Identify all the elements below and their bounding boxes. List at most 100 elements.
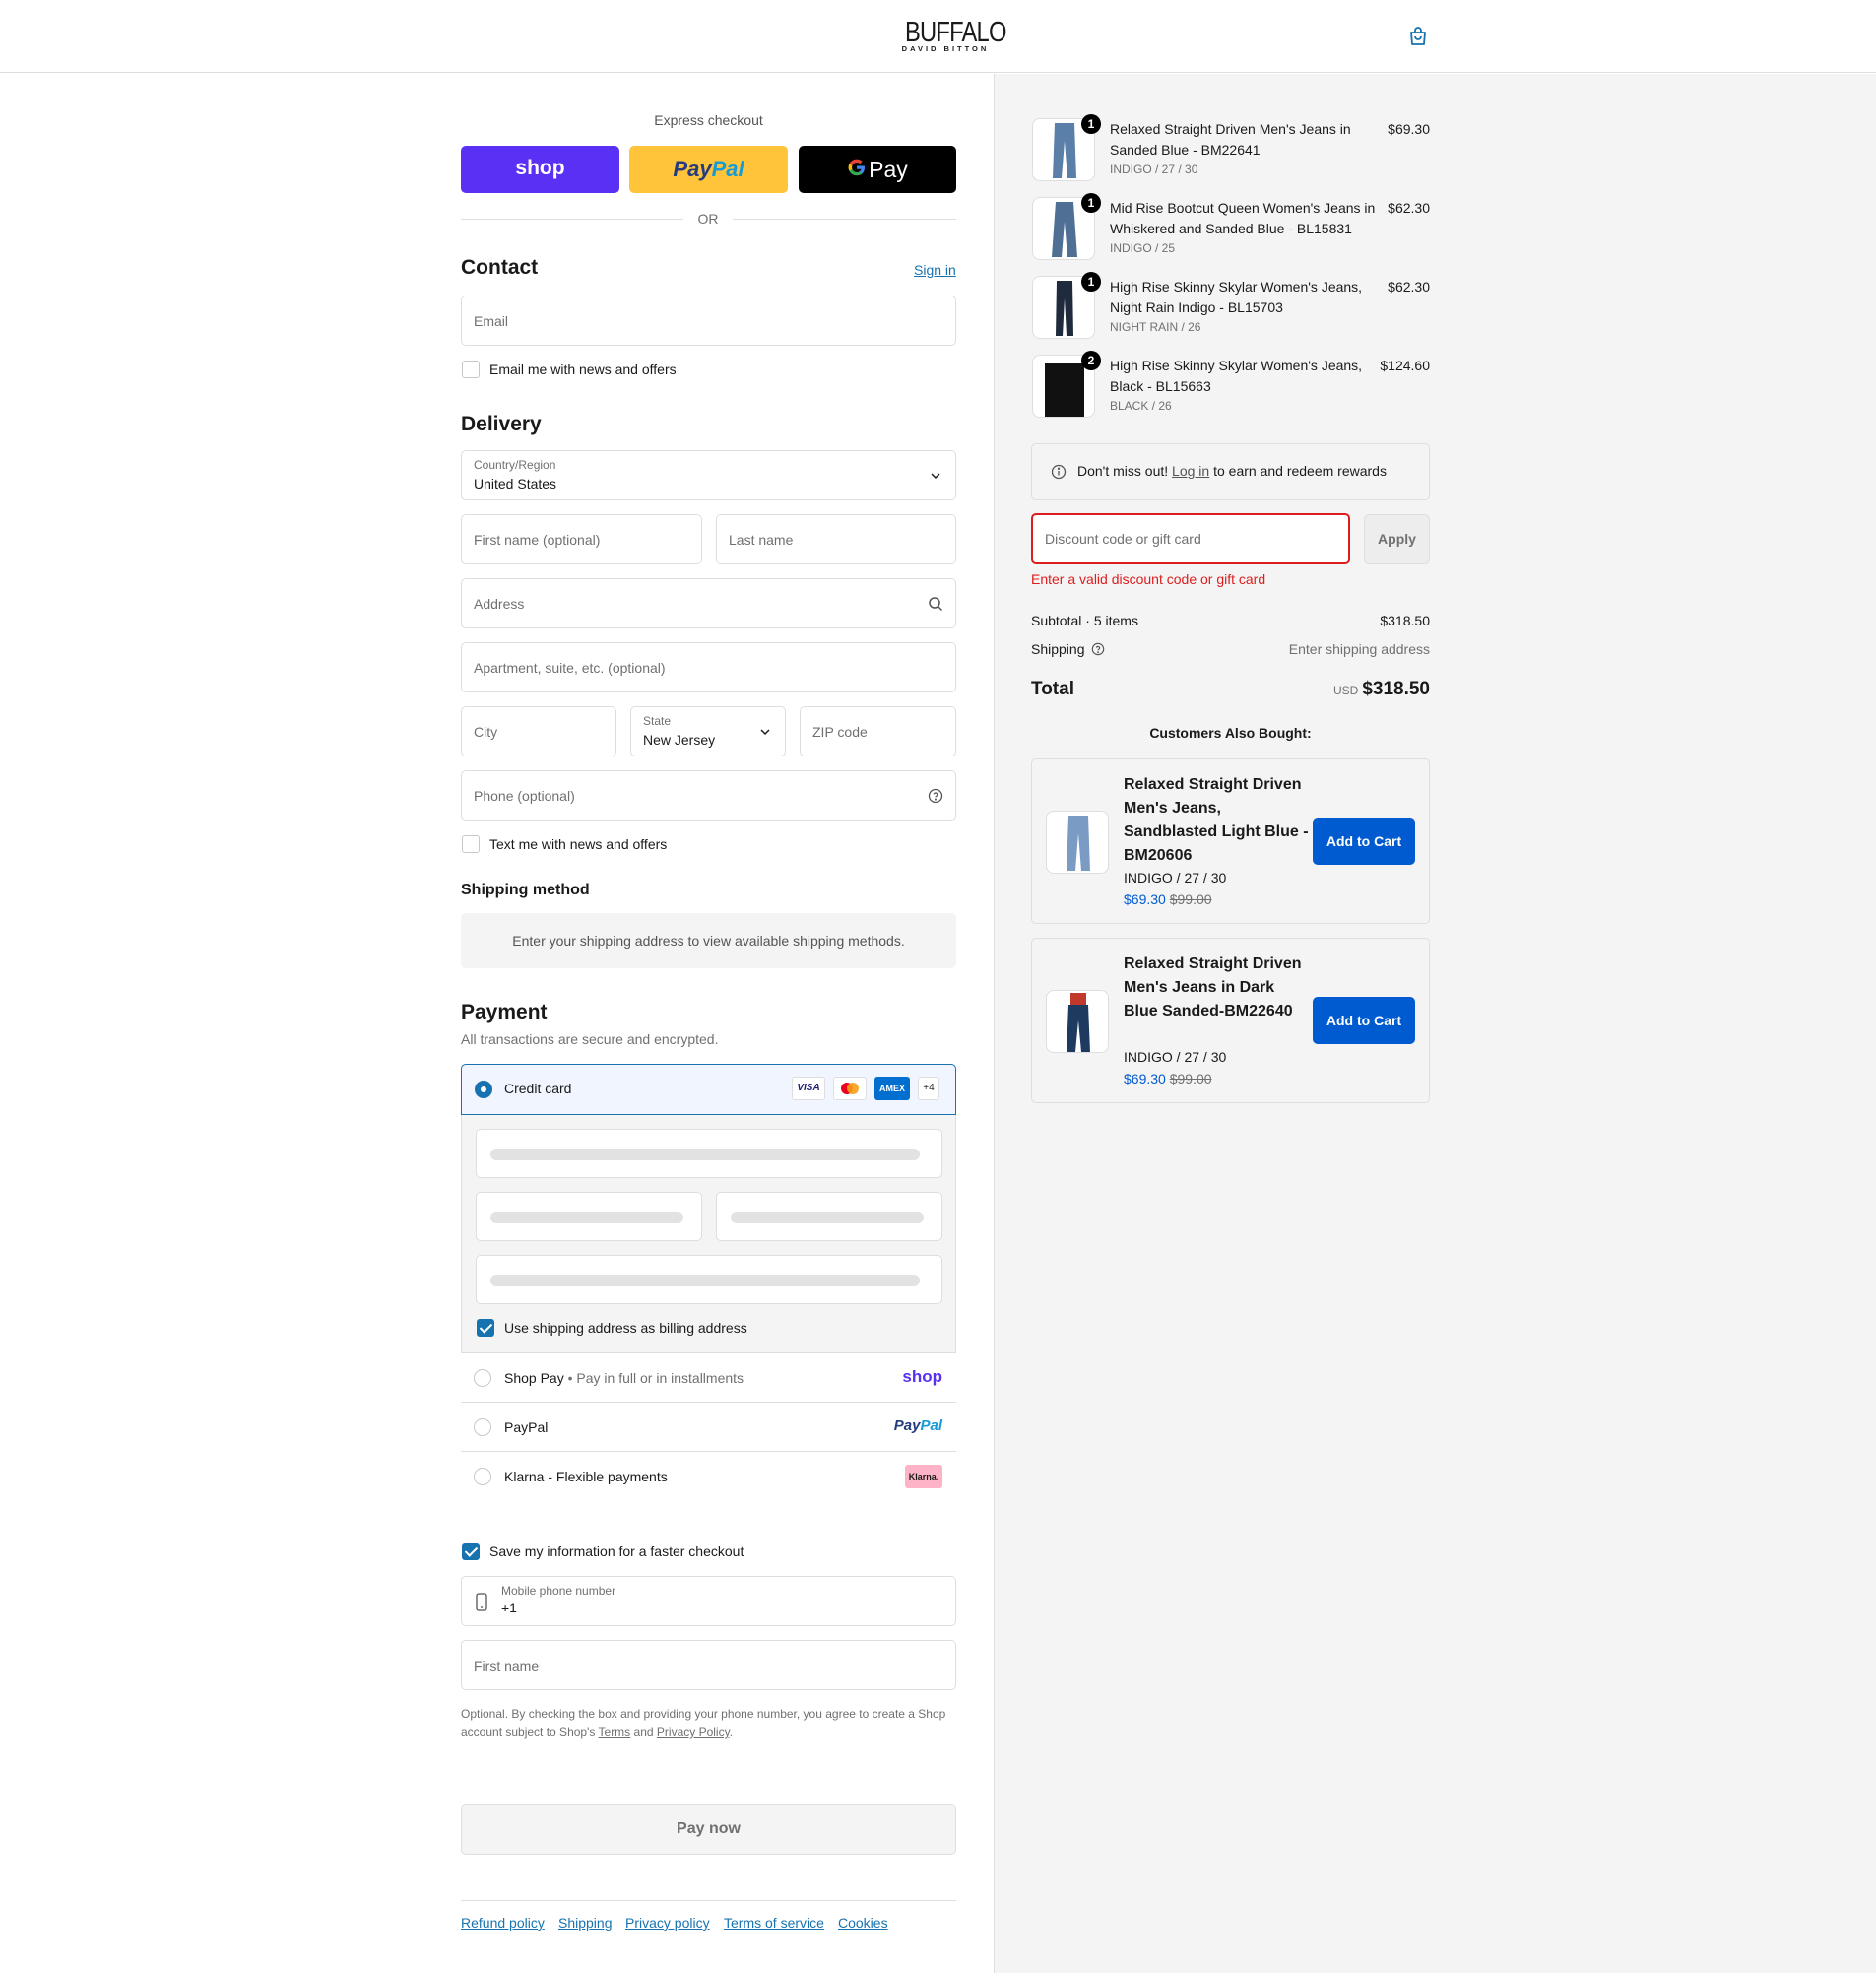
total-label: Total xyxy=(1031,679,1074,699)
card-number-field[interactable] xyxy=(476,1129,942,1178)
country-value: United States xyxy=(474,476,557,492)
paypal-label: PayPal xyxy=(504,1419,549,1435)
email-news-label: Email me with news and offers xyxy=(489,362,677,377)
country-select[interactable]: Country/Region United States xyxy=(461,450,956,500)
loading-skeleton xyxy=(490,1212,683,1223)
text-news-checkbox[interactable] xyxy=(462,835,480,853)
email-field[interactable]: Email xyxy=(461,296,956,346)
rewards-suffix: to earn and redeem rewards xyxy=(1213,463,1387,479)
rewards-prefix: Don't miss out! xyxy=(1077,463,1169,479)
apartment-field[interactable]: Apartment, suite, etc. (optional) xyxy=(461,642,956,692)
privacy-policy-footer-link[interactable]: Privacy policy xyxy=(625,1915,710,1931)
klarna-radio[interactable] xyxy=(474,1468,491,1485)
apply-discount-button[interactable]: Apply xyxy=(1364,514,1430,564)
loading-skeleton xyxy=(490,1275,920,1286)
google-pay-express-button[interactable]: Pay xyxy=(799,146,956,193)
first-name-placeholder: First name (optional) xyxy=(474,531,601,548)
address-placeholder: Address xyxy=(474,595,525,612)
card-name-field[interactable] xyxy=(476,1255,942,1304)
currency-code: USD xyxy=(1332,684,1359,697)
quantity-badge: 1 xyxy=(1081,272,1101,292)
cookies-link[interactable]: Cookies xyxy=(838,1915,888,1931)
help-circle-icon[interactable] xyxy=(928,788,943,804)
shop-pay-express-button[interactable]: shop xyxy=(461,146,619,193)
legal-and: and xyxy=(633,1725,654,1739)
shopping-bag-icon[interactable] xyxy=(1406,25,1430,48)
shipping-value: Enter shipping address xyxy=(1288,641,1430,657)
discount-placeholder: Discount code or gift card xyxy=(1045,531,1201,547)
klarna-option[interactable]: Klarna - Flexible payments Klarna. xyxy=(461,1451,956,1502)
upsell-thumbnail xyxy=(1046,811,1109,874)
terms-link[interactable]: Terms xyxy=(599,1725,631,1739)
text-news-label: Text me with news and offers xyxy=(489,836,668,852)
card-expiry-field[interactable] xyxy=(476,1192,702,1241)
pay-now-button[interactable]: Pay now xyxy=(461,1804,956,1855)
upsell-price: $69.30 $99.00 xyxy=(1124,891,1212,907)
logo-wordmark: BUFFALO xyxy=(905,17,1006,48)
loading-skeleton xyxy=(731,1212,924,1223)
privacy-policy-link[interactable]: Privacy Policy xyxy=(657,1725,730,1739)
total-amount: USD $318.50 xyxy=(1333,679,1430,700)
mobile-phone-label: Mobile phone number xyxy=(501,1584,616,1598)
product-variant: BLACK / 26 xyxy=(1110,399,1172,413)
upsell-price: $69.30 $99.00 xyxy=(1124,1071,1212,1086)
paypal-express-button[interactable]: PayPal xyxy=(629,146,788,193)
billing-address-label: Use shipping address as billing address xyxy=(504,1320,747,1336)
terms-of-service-link[interactable]: Terms of service xyxy=(724,1915,824,1931)
city-field[interactable]: City xyxy=(461,706,616,756)
product-variant: NIGHT RAIN / 26 xyxy=(1110,320,1201,334)
sign-in-link[interactable]: Sign in xyxy=(914,262,956,278)
state-select[interactable]: State New Jersey xyxy=(630,706,786,756)
chevron-down-icon xyxy=(928,468,943,484)
card-cvv-field[interactable] xyxy=(716,1192,942,1241)
shipping-label: Shipping xyxy=(1031,641,1105,659)
divider xyxy=(461,219,683,220)
shop-pay-name: Shop Pay xyxy=(504,1370,564,1386)
mobile-phone-value: +1 xyxy=(501,1600,517,1615)
shop-pay-logo: shop xyxy=(515,157,565,179)
shipping-policy-link[interactable]: Shipping xyxy=(558,1915,613,1931)
upsell-product-name[interactable]: Relaxed Straight Driven Men's Jeans in D… xyxy=(1124,953,1311,1023)
email-news-checkbox[interactable] xyxy=(462,361,480,378)
phone-field[interactable]: Phone (optional) xyxy=(461,770,956,821)
credit-card-radio[interactable] xyxy=(475,1081,492,1098)
shop-pay-logo: shop xyxy=(902,1367,942,1386)
express-checkout-title: Express checkout xyxy=(654,112,763,128)
billing-address-checkbox[interactable] xyxy=(477,1319,494,1337)
help-circle-icon[interactable] xyxy=(1091,642,1105,659)
discount-code-input[interactable]: Discount code or gift card xyxy=(1031,513,1350,564)
shop-pay-option[interactable]: Shop Pay • Pay in full or in installment… xyxy=(461,1352,956,1402)
paypal-option[interactable]: PayPal PayPal xyxy=(461,1402,956,1451)
upsell-product-name[interactable]: Relaxed Straight Driven Men's Jeans, San… xyxy=(1124,773,1311,868)
upsell-thumbnail xyxy=(1046,990,1109,1053)
credit-card-option[interactable]: Credit card VISA AMEX +4 xyxy=(461,1064,956,1115)
add-to-cart-button[interactable]: Add to Cart xyxy=(1313,997,1415,1044)
quantity-badge: 1 xyxy=(1081,193,1101,213)
zip-field[interactable]: ZIP code xyxy=(800,706,956,756)
first-name-field[interactable]: First name (optional) xyxy=(461,514,702,564)
mobile-phone-field[interactable]: Mobile phone number +1 xyxy=(461,1576,956,1626)
country-label: Country/Region xyxy=(474,458,556,472)
last-name-field[interactable]: Last name xyxy=(716,514,956,564)
upsell-compare-price: $99.00 xyxy=(1169,1071,1212,1086)
upsell-sale-price: $69.30 xyxy=(1124,891,1166,907)
header: BUFFALO DAVID BITTON xyxy=(0,0,1876,73)
credit-card-label: Credit card xyxy=(504,1081,572,1096)
subtotal-value: $318.50 xyxy=(1380,613,1430,628)
brand-logo[interactable]: BUFFALO DAVID BITTON xyxy=(896,17,1007,53)
log-in-link[interactable]: Log in xyxy=(1172,463,1209,479)
refund-policy-link[interactable]: Refund policy xyxy=(461,1915,545,1931)
product-variant: INDIGO / 25 xyxy=(1110,241,1176,255)
rewards-banner: Don't miss out! Log in to earn and redee… xyxy=(1031,443,1430,500)
address-field[interactable]: Address xyxy=(461,578,956,628)
add-to-cart-button[interactable]: Add to Cart xyxy=(1313,818,1415,865)
loading-skeleton xyxy=(490,1149,920,1160)
save-first-name-field[interactable]: First name xyxy=(461,1640,956,1690)
product-name: Mid Rise Bootcut Queen Women's Jeans in … xyxy=(1110,200,1376,236)
product-variant: INDIGO / 27 / 30 xyxy=(1110,163,1198,176)
product-price: $124.60 xyxy=(1380,358,1430,373)
paypal-radio[interactable] xyxy=(474,1418,491,1436)
shop-pay-radio[interactable] xyxy=(474,1369,491,1387)
save-info-checkbox[interactable] xyxy=(462,1543,480,1560)
discount-error-message: Enter a valid discount code or gift card xyxy=(1031,571,1266,587)
